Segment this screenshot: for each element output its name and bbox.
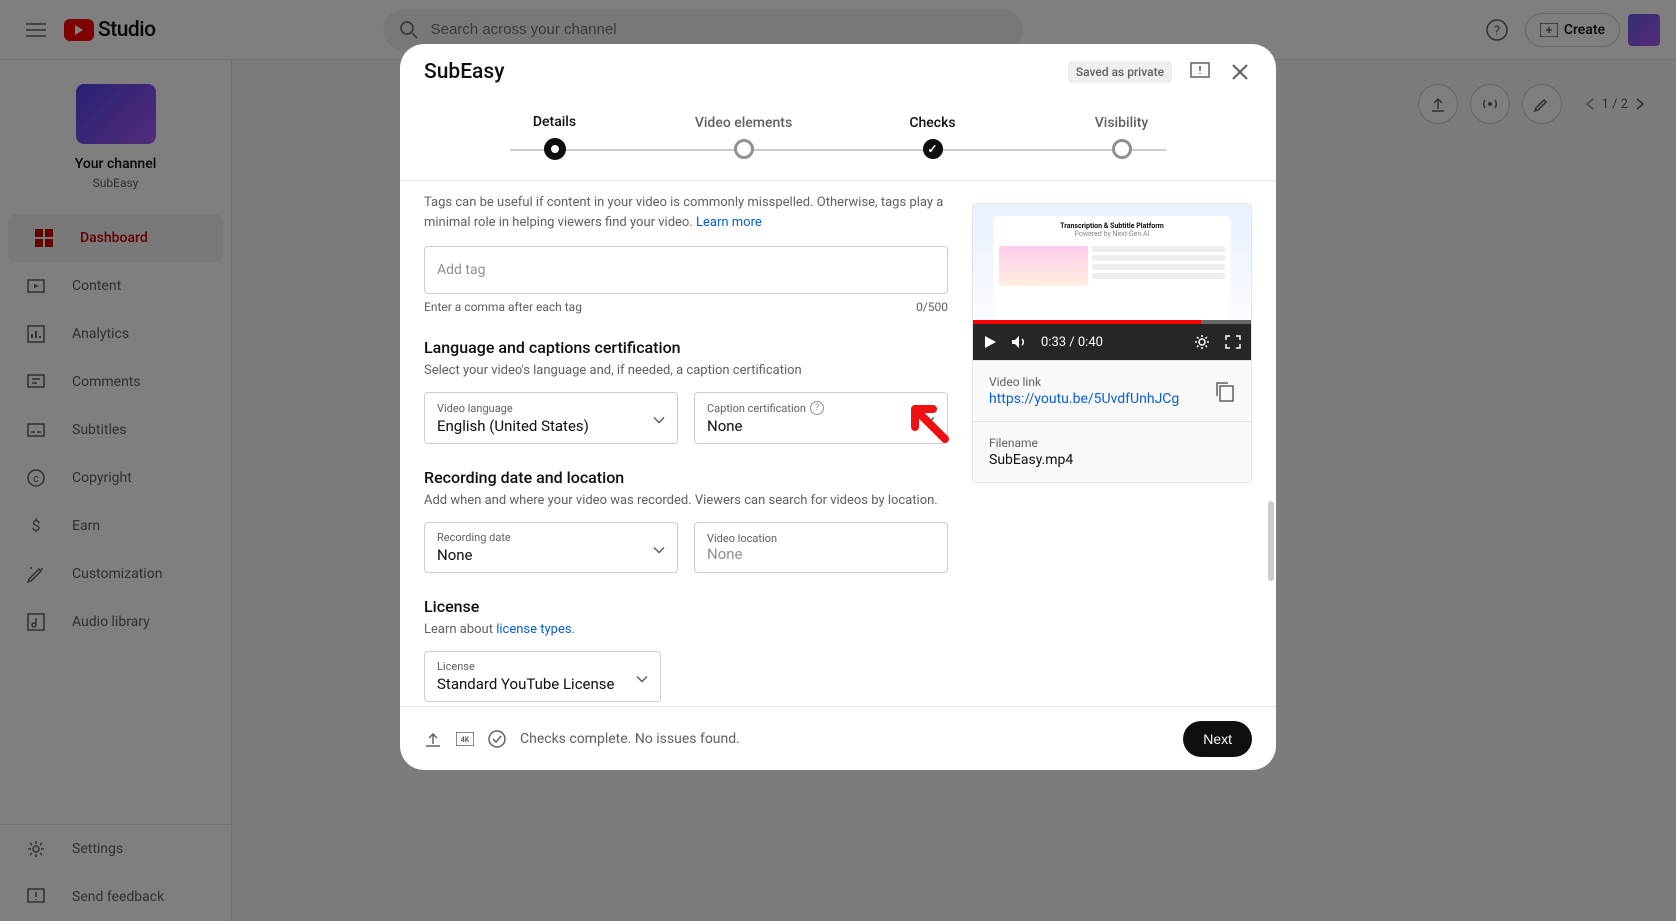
close-icon <box>1230 62 1250 82</box>
modal-title: SubEasy <box>424 60 504 84</box>
filename-label: Filename <box>989 436 1235 450</box>
filename-value: SubEasy.mp4 <box>989 452 1235 468</box>
video-location-input[interactable]: Video location None <box>694 522 948 573</box>
license-section-title: License <box>424 597 948 616</box>
language-section-title: Language and captions certification <box>424 338 948 357</box>
step-details[interactable]: Details <box>460 114 649 160</box>
filename-block: Filename SubEasy.mp4 <box>973 421 1251 482</box>
upload-stepper: Details Video elements Checks Visibility <box>400 100 1276 181</box>
next-button[interactable]: Next <box>1183 721 1252 757</box>
chevron-down-icon <box>653 538 665 557</box>
annotation-arrow-icon <box>905 399 955 449</box>
tag-input-footer: Enter a comma after each tag 0/500 <box>424 300 948 314</box>
recording-section-title: Recording date and location <box>424 468 948 487</box>
form-area: Tags can be useful if content in your vi… <box>424 181 948 706</box>
play-icon[interactable] <box>983 335 997 349</box>
caption-cert-value: None <box>707 417 935 435</box>
step-dot-icon <box>544 138 566 160</box>
settings-gear-icon[interactable] <box>1193 333 1211 351</box>
upload-status-icon <box>424 730 442 748</box>
checks-done-icon <box>488 730 506 748</box>
recording-date-label: Recording date <box>437 531 665 544</box>
step-label: Details <box>533 114 576 130</box>
step-checks[interactable]: Checks <box>838 115 1027 159</box>
svg-text:4K: 4K <box>461 736 470 744</box>
license-select[interactable]: License Standard YouTube License <box>424 651 661 702</box>
fullscreen-icon[interactable] <box>1225 335 1241 349</box>
footer-status-text: Checks complete. No issues found. <box>520 731 740 747</box>
video-link[interactable]: https://youtu.be/5UvdfUnhJCg <box>989 391 1179 407</box>
player-controls: 0:33 / 0:40 <box>973 324 1251 360</box>
video-link-block: Video link https://youtu.be/5UvdfUnhJCg <box>973 360 1251 421</box>
feedback-button[interactable] <box>1188 60 1212 84</box>
step-video-elements[interactable]: Video elements <box>649 115 838 159</box>
step-label: Visibility <box>1095 115 1148 131</box>
feedback-icon <box>1189 61 1211 83</box>
chevron-down-icon <box>636 667 648 686</box>
recording-date-select[interactable]: Recording date None <box>424 522 678 573</box>
video-link-label: Video link <box>989 375 1179 389</box>
video-preview-panel: Transcription & Subtitle Platform Powere… <box>972 181 1252 706</box>
tag-input[interactable]: Add tag <box>424 246 948 294</box>
step-label: Checks <box>909 115 955 131</box>
license-value: Standard YouTube License <box>437 675 648 693</box>
modal-body: Tags can be useful if content in your vi… <box>400 181 1276 706</box>
video-language-value: English (United States) <box>437 417 665 435</box>
step-dot-icon <box>734 139 754 159</box>
license-label: License <box>437 660 648 673</box>
upload-modal: SubEasy Saved as private Details Video e… <box>400 44 1276 770</box>
language-section-desc: Select your video's language and, if nee… <box>424 363 948 378</box>
scrollbar-thumb[interactable] <box>1268 501 1274 581</box>
language-fields-row: Video language English (United States) C… <box>424 392 948 444</box>
chevron-down-icon <box>653 409 665 428</box>
video-language-label: Video language <box>437 402 665 415</box>
footer-status-icons: 4K <box>424 730 506 748</box>
close-button[interactable] <box>1228 60 1252 84</box>
tag-placeholder: Add tag <box>437 262 485 278</box>
step-label: Video elements <box>695 115 792 131</box>
recording-section-desc: Add when and where your video was record… <box>424 493 948 508</box>
video-location-label: Video location <box>707 532 935 545</box>
video-thumbnail[interactable]: Transcription & Subtitle Platform Powere… <box>973 204 1251 360</box>
preview-card: Transcription & Subtitle Platform Powere… <box>972 203 1252 483</box>
tag-counter: 0/500 <box>916 300 948 314</box>
caption-cert-label: Caption certification ? <box>707 401 935 415</box>
modal-footer: 4K Checks complete. No issues found. Nex… <box>400 706 1276 770</box>
video-location-placeholder: None <box>707 545 935 563</box>
player-time: 0:33 / 0:40 <box>1041 335 1103 350</box>
license-types-link[interactable]: license types <box>496 622 571 637</box>
license-section-desc: Learn about license types. <box>424 622 948 637</box>
learn-more-link[interactable]: Learn more <box>696 215 762 230</box>
saved-status-badge: Saved as private <box>1068 61 1172 83</box>
step-dot-icon <box>1112 139 1132 159</box>
tags-hint: Tags can be useful if content in your vi… <box>424 193 948 232</box>
tag-hint-left: Enter a comma after each tag <box>424 300 582 314</box>
recording-fields-row: Recording date None Video location None <box>424 522 948 573</box>
recording-date-value: None <box>437 546 665 564</box>
copy-icon[interactable] <box>1215 381 1235 403</box>
modal-backdrop: SubEasy Saved as private Details Video e… <box>0 0 1676 921</box>
video-language-select[interactable]: Video language English (United States) <box>424 392 678 444</box>
license-fields-row: License Standard YouTube License <box>424 651 948 702</box>
thumb-preview-content: Transcription & Subtitle Platform Powere… <box>993 216 1231 330</box>
modal-header: SubEasy Saved as private <box>400 44 1276 100</box>
step-visibility[interactable]: Visibility <box>1027 115 1216 159</box>
step-check-icon <box>923 139 943 159</box>
volume-icon[interactable] <box>1011 335 1027 349</box>
hd-badge-icon: 4K <box>456 732 474 746</box>
help-icon[interactable]: ? <box>810 401 824 415</box>
stepper-line <box>510 149 1166 151</box>
